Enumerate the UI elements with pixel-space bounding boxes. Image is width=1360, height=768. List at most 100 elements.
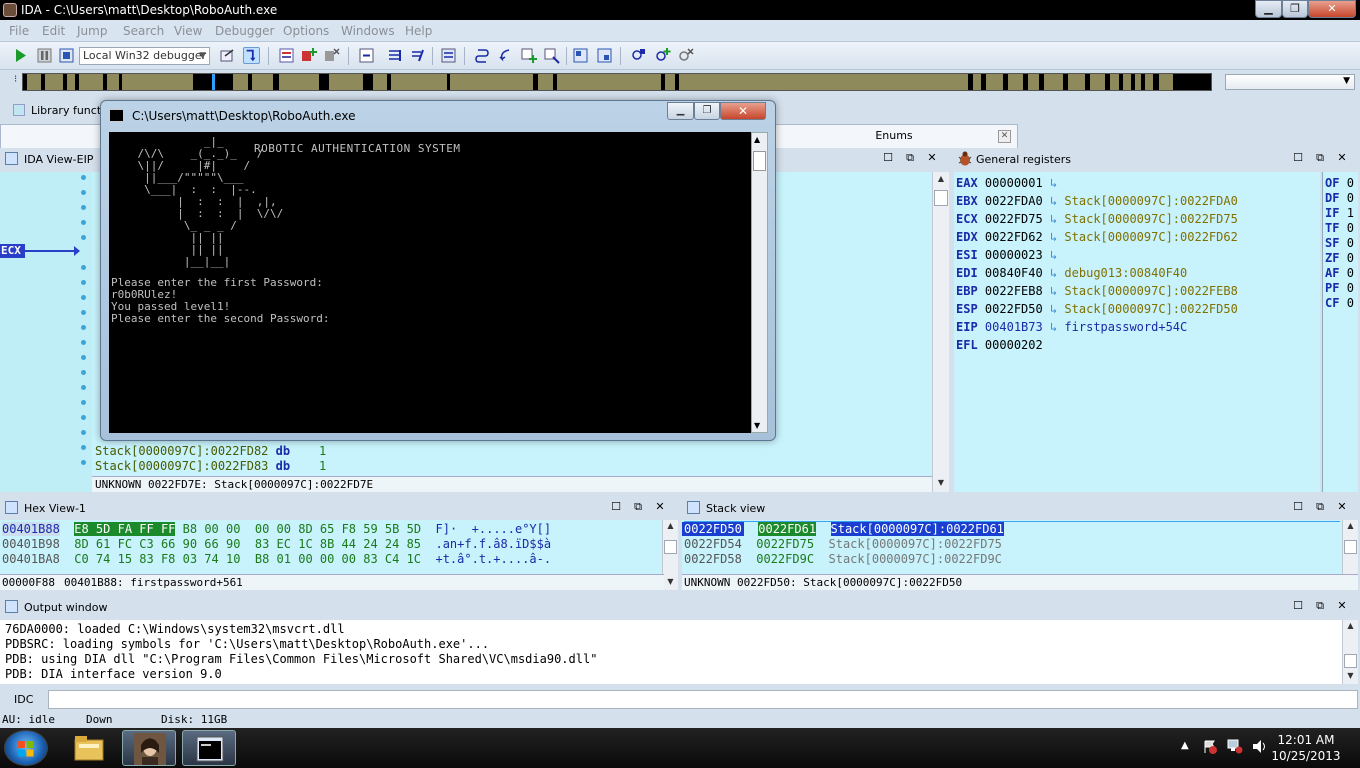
register-row-ebp[interactable]: EBP 0022FEB8 ↳ Stack[0000097C]:0022FEB8 [956,284,1238,300]
close-icon[interactable]: ✕ [1334,599,1350,612]
action-center-flag-icon[interactable] [1203,740,1217,754]
minimize-button[interactable]: ▁ [1255,0,1282,18]
asm-line[interactable]: Stack[0000097C]:0022FD83 db 1 [95,459,326,473]
register-value[interactable]: 00401B73 [985,320,1043,334]
scrollbar-thumb[interactable] [934,190,948,206]
pause-icon[interactable] [36,47,53,64]
stack-row[interactable]: 0022FD50 0022FD61 Stack[0000097C]:0022FD… [682,522,1342,537]
register-reference[interactable]: firstpassword+54C [1064,320,1187,334]
menu-options[interactable]: Options [283,24,329,38]
start-button[interactable] [4,730,48,766]
minimize-icon[interactable]: ☐ [608,500,624,513]
ida-view-scrollbar[interactable]: ▲ ▼ [932,172,949,492]
flag-af[interactable]: AF 0 [1325,266,1354,281]
add-breakpoint-icon[interactable] [300,47,317,64]
scroll-down-icon[interactable]: ▼ [1343,671,1358,683]
console-restore-button[interactable]: ❐ [694,102,720,120]
menu-jump[interactable]: Jump [77,24,107,38]
nav-band-select[interactable]: ▼ [1225,74,1355,90]
scroll-down-icon[interactable]: ▼ [663,577,678,589]
register-value[interactable]: 0022FD62 [985,230,1043,244]
flag-zf[interactable]: ZF 0 [1325,251,1354,266]
menu-edit[interactable]: Edit [42,24,65,38]
register-row-ebx[interactable]: EBX 0022FDA0 ↳ Stack[0000097C]:0022FDA0 [956,194,1238,210]
flag-sf[interactable]: SF 0 [1325,236,1354,251]
register-value[interactable]: 0022FD50 [985,302,1043,316]
run-to-cursor-icon[interactable] [358,47,375,64]
tab-ida-view[interactable] [0,124,110,148]
output-scrollbar[interactable]: ▲ ▼ [1342,620,1358,684]
flag-cf[interactable]: CF 0 [1325,296,1354,311]
scroll-up-icon[interactable]: ▲ [754,135,760,144]
thread-window-icon[interactable] [596,47,613,64]
register-reference[interactable]: Stack[0000097C]:0022FD75 [1064,212,1237,226]
show-hidden-icons-icon[interactable]: ▲ [1181,740,1189,751]
minimize-icon[interactable]: ☐ [880,151,896,164]
output-window-body[interactable]: 76DA0000: loaded C:\Windows\system32\msv… [0,620,1342,684]
console-scrollbar[interactable]: ▲ ▼ [751,132,768,433]
module-list-icon[interactable] [630,47,647,64]
step-over-icon[interactable] [386,47,403,64]
register-row-efl[interactable]: EFL 00000202 [956,338,1043,354]
minimize-icon[interactable]: ☐ [1290,599,1306,612]
scroll-down-icon[interactable]: ▼ [754,421,760,430]
add-read-trace-icon[interactable] [543,47,560,64]
flag-tf[interactable]: TF 0 [1325,221,1354,236]
stack-row[interactable]: 0022FD58 0022FD9C Stack[0000097C]:0022FD… [684,552,1002,567]
menu-view[interactable]: View [174,24,202,38]
close-icon[interactable]: ✕ [652,500,668,513]
scroll-up-icon[interactable]: ▲ [1343,621,1358,633]
flag-pf[interactable]: PF 0 [1325,281,1354,296]
menu-windows[interactable]: Windows [341,24,395,38]
scroll-up-icon[interactable]: ▲ [1343,521,1358,533]
close-icon[interactable]: ✕ [1334,151,1350,164]
register-reference[interactable]: Stack[0000097C]:0022FEB8 [1064,284,1237,298]
hex-row[interactable]: 00401B98 8D 61 FC C3 66 90 66 90 83 EC 1… [2,537,551,552]
register-reference[interactable]: Stack[0000097C]:0022FD62 [1064,230,1237,244]
register-reference[interactable]: debug013:00840F40 [1064,266,1187,280]
register-row-eax[interactable]: EAX 00000001 ↳ [956,176,1057,192]
step-out-icon[interactable] [409,47,426,64]
menu-file[interactable]: File [9,24,29,38]
scrollbar-thumb[interactable] [664,540,677,554]
console-minimize-button[interactable]: ▁ [667,102,694,120]
console-close-button[interactable]: ✕ [720,102,766,120]
close-icon[interactable]: ✕ [924,151,940,164]
tab-enums[interactable]: Enums ✕ [770,124,1018,148]
menu-help[interactable]: Help [405,24,432,38]
breakpoint-list-icon[interactable] [278,47,295,64]
restore-button[interactable]: ❐ [1282,0,1308,18]
clock-date[interactable]: 10/25/2013 [1270,749,1342,763]
flag-if[interactable]: IF 1 [1325,206,1354,221]
scroll-up-icon[interactable]: ▲ [933,174,949,186]
scroll-down-icon[interactable]: ▼ [933,478,949,490]
register-value[interactable]: 00000001 [985,176,1043,190]
stack-row[interactable]: 0022FD54 0022FD75 Stack[0000097C]:0022FD… [684,537,1002,552]
close-button[interactable]: ✕ [1308,0,1356,18]
close-icon[interactable]: ✕ [998,130,1011,143]
trace-icon[interactable] [440,47,457,64]
register-row-esi[interactable]: ESI 00000023 ↳ [956,248,1057,264]
attach-process-icon[interactable] [219,47,236,64]
idc-command-input[interactable] [48,690,1358,709]
minimize-icon[interactable]: ☐ [1290,500,1306,513]
menu-debugger[interactable]: Debugger [215,24,274,38]
register-reference[interactable]: Stack[0000097C]:0022FD50 [1064,302,1237,316]
add-write-trace-icon[interactable] [520,47,537,64]
minimize-icon[interactable]: ☐ [1290,151,1306,164]
hex-view-scrollbar[interactable]: ▲ ▼ [662,520,678,590]
instruction-trace-icon[interactable] [474,47,491,64]
hex-row[interactable]: 00401B88 E8 5D FA FF FF B8 00 00 00 00 8… [2,522,551,537]
flag-of[interactable]: OF 0 [1325,176,1354,191]
register-value[interactable]: 0022FDA0 [985,194,1043,208]
register-reference[interactable]: Stack[0000097C]:0022FDA0 [1064,194,1237,208]
asm-line[interactable]: Stack[0000097C]:0022FD82 db 1 [95,444,326,458]
scroll-up-icon[interactable]: ▲ [663,521,678,533]
start-process-icon[interactable] [12,47,29,64]
float-icon[interactable]: ⧉ [630,500,646,514]
scrollbar-thumb[interactable] [753,151,766,171]
flag-df[interactable]: DF 0 [1325,191,1354,206]
taskbar-console[interactable] [182,730,236,766]
add-module-icon[interactable] [654,47,671,64]
debugger-select[interactable]: Local Win32 debugger ▼ [79,47,210,65]
